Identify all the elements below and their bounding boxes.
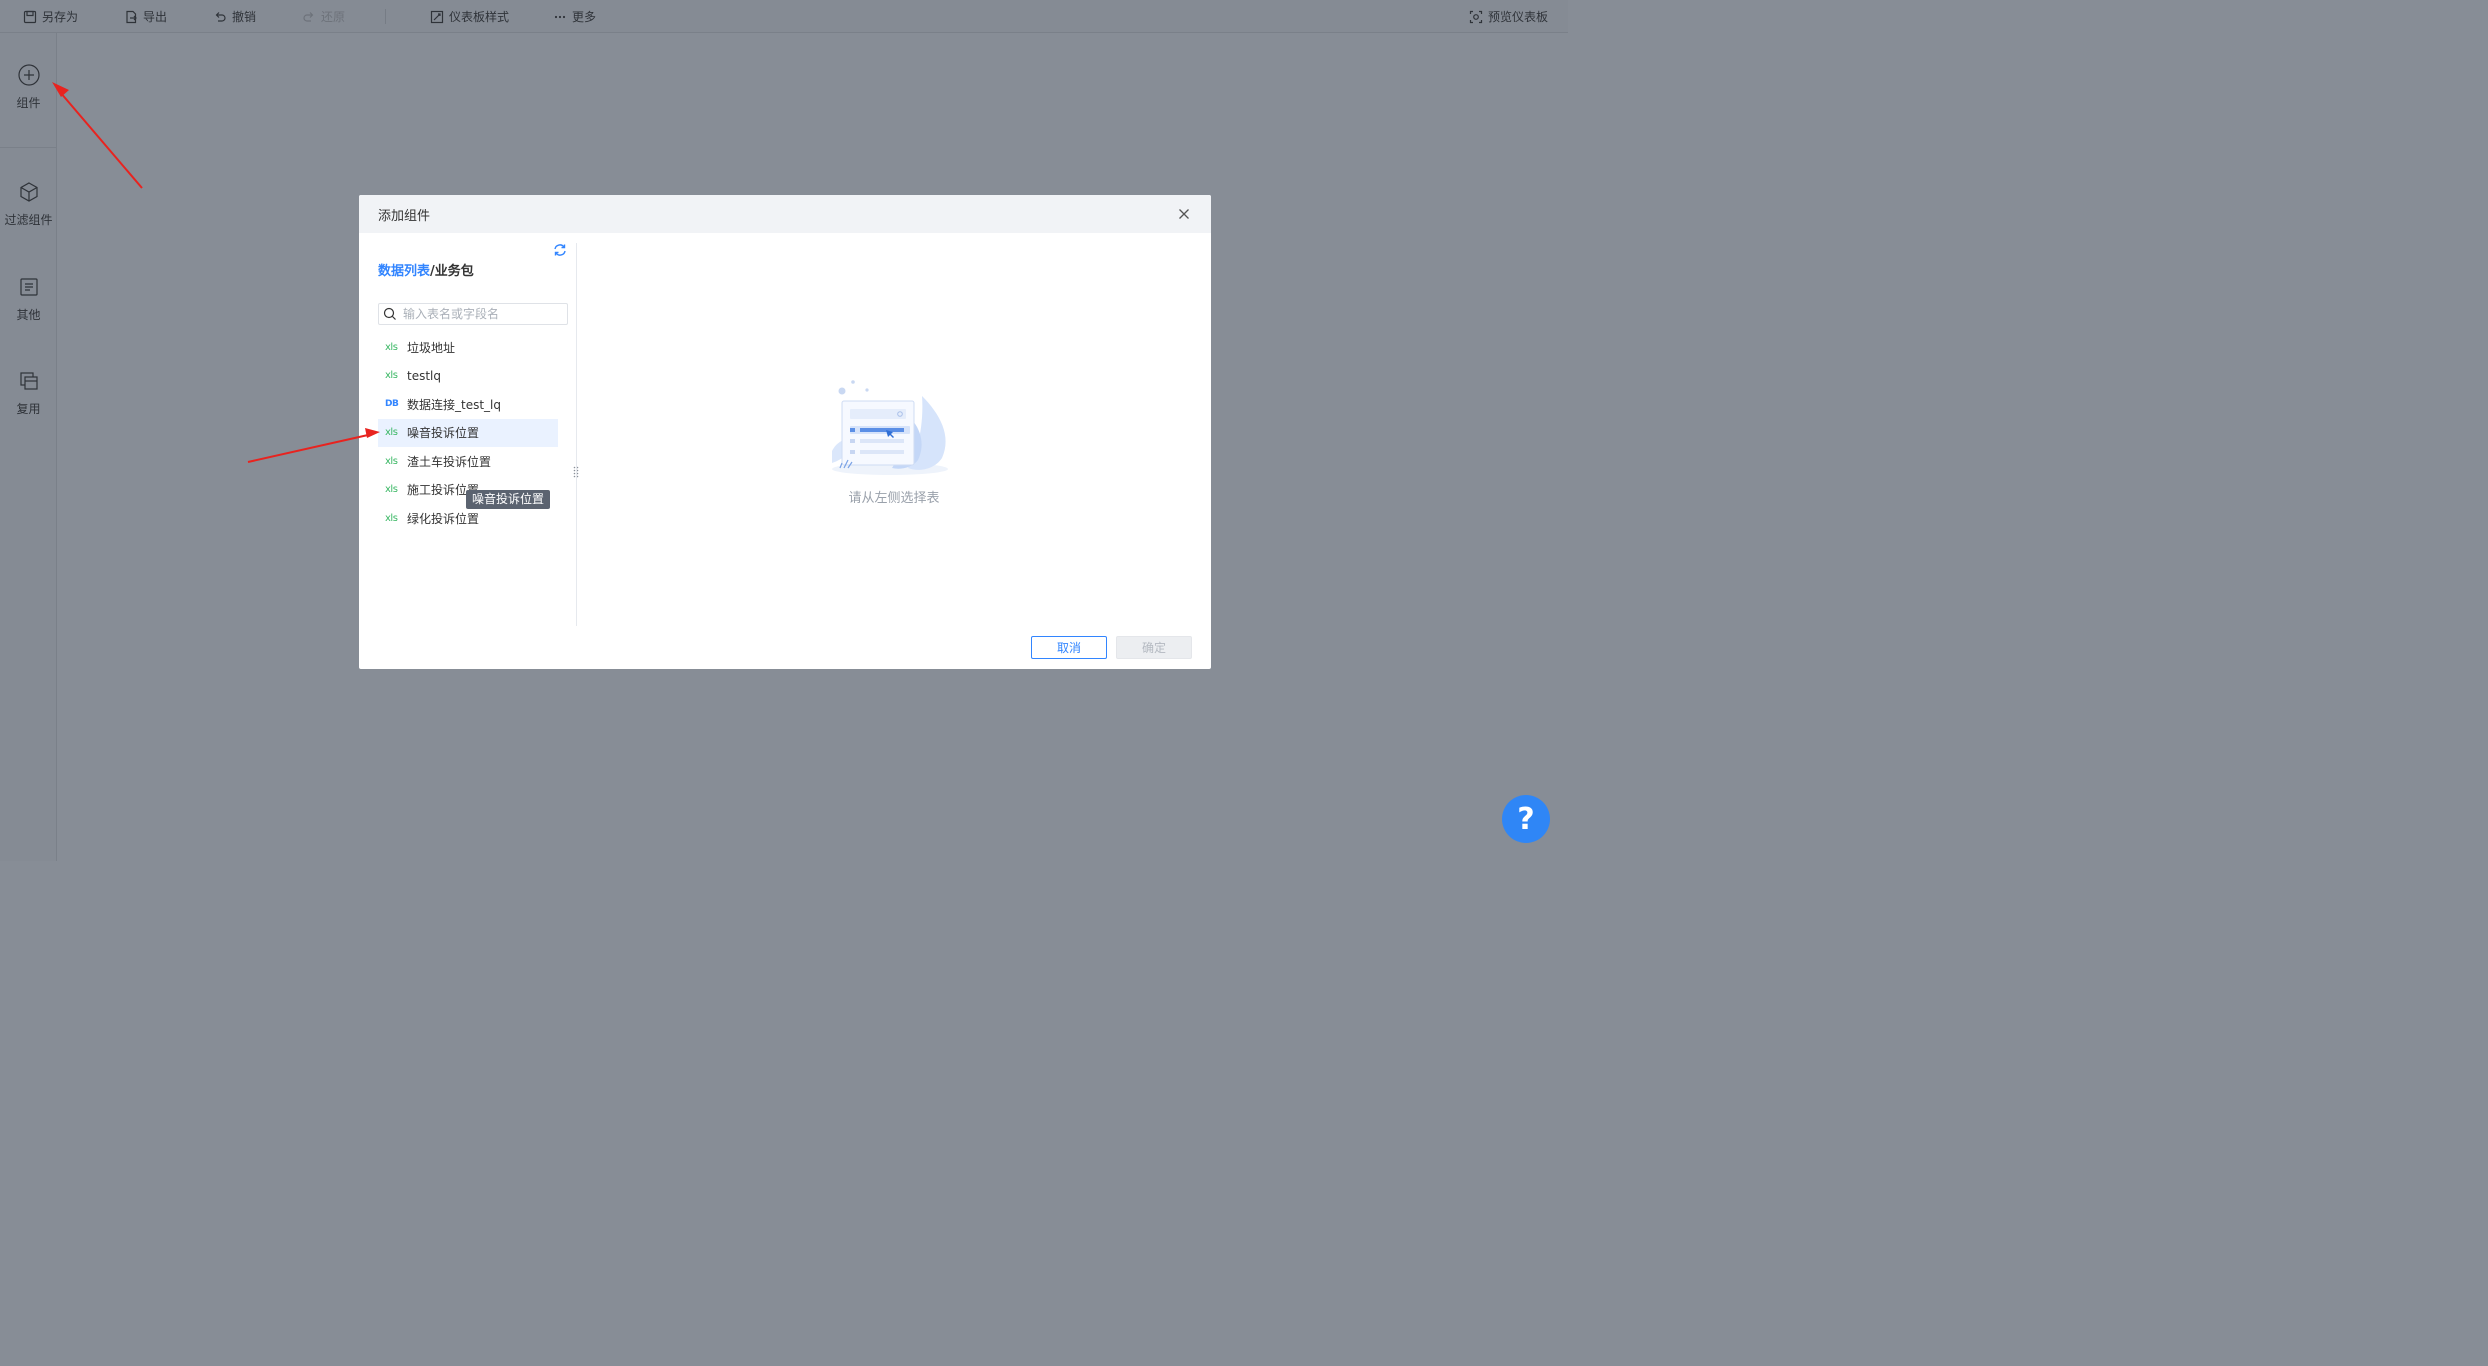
- arrow-to-components: [52, 82, 143, 189]
- export-label: 导出: [143, 10, 168, 24]
- xls-file-icon: xls: [385, 455, 398, 467]
- preview-icon: [1469, 10, 1483, 23]
- dashboard-style-label: 仪表板样式: [449, 10, 510, 24]
- table-row-selected[interactable]: xls 噪音投诉位置: [378, 418, 558, 447]
- sidebar-item-label: 过滤组件: [4, 213, 53, 227]
- stack-icon: [19, 372, 38, 390]
- xls-file-icon: xls: [385, 512, 398, 524]
- more-label: 更多: [572, 10, 597, 24]
- undo-label: 撤销: [232, 10, 257, 24]
- sidebar-item-label: 组件: [16, 96, 41, 110]
- redo-button[interactable]: 还原: [302, 0, 345, 33]
- database-icon: DB: [385, 399, 399, 410]
- sidebar-item-label: 复用: [16, 402, 41, 416]
- empty-state-text: 请从左侧选择表: [848, 491, 940, 506]
- cancel-button[interactable]: 取消: [1031, 636, 1107, 659]
- search-icon: [383, 307, 396, 320]
- table-row[interactable]: xls testlq: [378, 362, 558, 391]
- toolbar-divider: [385, 9, 386, 24]
- xls-file-icon: xls: [385, 427, 398, 439]
- save-as-label: 另存为: [42, 10, 79, 24]
- sidebar-divider: [0, 147, 57, 148]
- redo-label: 还原: [321, 10, 346, 24]
- export-icon: [126, 10, 137, 23]
- more-icon: [554, 15, 566, 18]
- dashboard-style-button[interactable]: 仪表板样式: [430, 0, 509, 33]
- breadcrumb-current: 业务包: [434, 264, 474, 279]
- table-row[interactable]: DB 数据连接_test_lq: [378, 390, 558, 419]
- table-row[interactable]: xls 渣土车投诉位置: [378, 447, 558, 476]
- table-name: 垃圾地址: [407, 340, 456, 355]
- sidebar-item-other[interactable]: 其他: [0, 276, 57, 323]
- xls-file-icon: xls: [385, 370, 398, 382]
- table-search-box: [378, 303, 568, 325]
- table-name: 绿化投诉位置: [407, 511, 480, 526]
- undo-button[interactable]: 撤销: [213, 0, 256, 33]
- table-name: 数据连接_test_lq: [407, 397, 501, 412]
- more-button[interactable]: 更多: [553, 0, 596, 33]
- search-input[interactable]: [403, 307, 563, 321]
- help-button[interactable]: ?: [1502, 795, 1550, 843]
- document-icon: [19, 278, 38, 296]
- save-as-button[interactable]: 另存为: [23, 0, 78, 33]
- preview-label: 预览仪表板: [1488, 10, 1549, 24]
- table-list-pane: 数据列表/业务包 xls 垃圾地址 xls testlq DB 数据连接_tes…: [359, 233, 579, 625]
- sidebar-item-components[interactable]: 组件: [0, 64, 57, 111]
- add-component-dialog: 添加组件 数据列表/业务包 xls 垃圾地址 xls testlq DB: [359, 195, 1211, 669]
- plus-circle-icon: [17, 64, 40, 86]
- preview-dashboard-button[interactable]: 预览仪表板: [1469, 0, 1548, 33]
- redo-icon: [303, 11, 314, 22]
- style-icon: [430, 10, 444, 23]
- cube-icon: [19, 182, 38, 202]
- dialog-header: 添加组件: [359, 195, 1211, 233]
- refresh-icon: [554, 244, 566, 256]
- left-sidebar: 组件 过滤组件 其他 复用: [0, 33, 57, 861]
- sidebar-item-label: 其他: [16, 308, 41, 322]
- sidebar-item-filter-components[interactable]: 过滤组件: [0, 181, 57, 228]
- close-button[interactable]: [1177, 207, 1191, 221]
- empty-table-illustration: [832, 380, 948, 475]
- confirm-button[interactable]: 确定: [1116, 636, 1192, 659]
- close-icon: [1179, 209, 1189, 219]
- export-button[interactable]: 导出: [124, 0, 167, 33]
- dialog-title: 添加组件: [378, 208, 431, 224]
- table-name-tooltip: 噪音投诉位置: [466, 490, 551, 509]
- breadcrumb: 数据列表/业务包: [378, 260, 474, 279]
- table-name: 噪音投诉位置: [407, 426, 480, 441]
- xls-file-icon: xls: [385, 484, 398, 496]
- table-row[interactable]: xls 垃圾地址: [378, 333, 558, 362]
- breadcrumb-data-list-link[interactable]: 数据列表: [378, 264, 430, 279]
- save-icon: [23, 10, 37, 23]
- undo-icon: [215, 11, 226, 22]
- table-name: testlq: [407, 368, 441, 383]
- top-toolbar: 另存为 导出 撤销 还原 仪表板样式 更多 预览仪表板: [0, 0, 1568, 33]
- xls-file-icon: xls: [385, 341, 398, 353]
- preview-pane: 请从左侧选择表: [577, 233, 1211, 625]
- table-name: 渣土车投诉位置: [407, 454, 492, 469]
- sidebar-item-reuse[interactable]: 复用: [0, 370, 57, 417]
- refresh-button[interactable]: [553, 243, 567, 257]
